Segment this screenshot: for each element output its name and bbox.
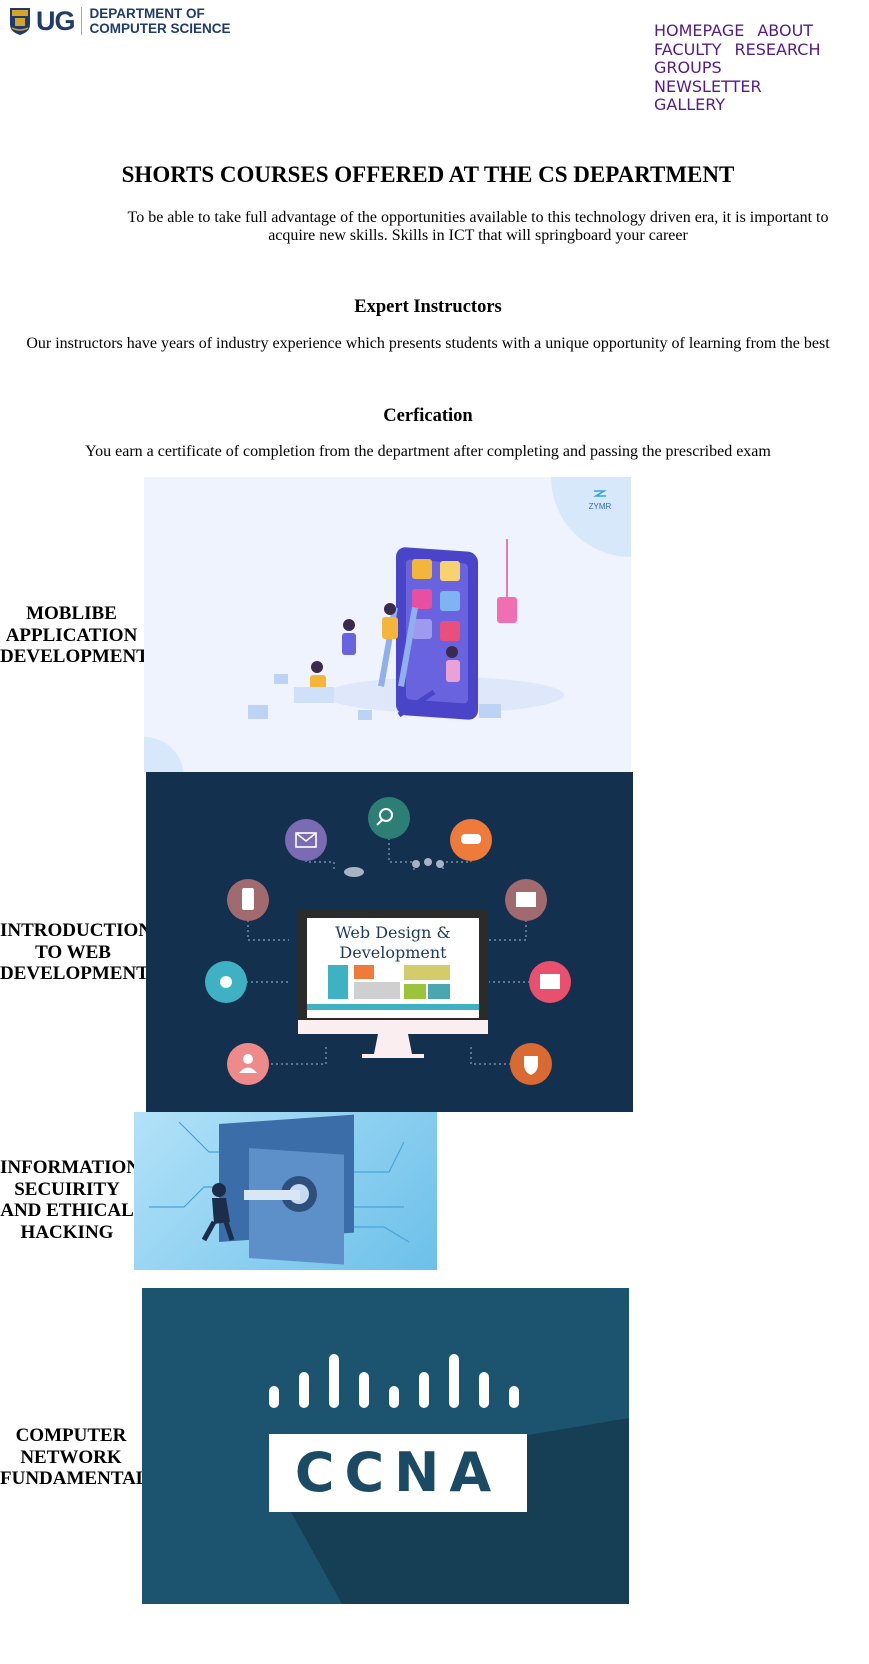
course-label-security: INFORMATION SECUIRITY AND ETHICAL HACKIN… [0,1157,141,1243]
web-image-text-1: Web Design & [335,923,450,942]
web-illustration-graphic: Web Design & Development [205,797,571,1085]
security-illustration [134,1112,437,1270]
nav-newsletter[interactable]: NEWSLETTER [654,77,762,97]
nav-research[interactable]: RESEARCH [735,40,821,60]
course-label-web: INTRODUCTION TO WEB DEVELOPMENT [0,920,153,984]
logo-mark: UG [36,5,75,36]
logo-divider [80,7,82,35]
web-dev-illustration: Web Design & Development [146,772,633,1112]
nav-groups[interactable]: GROUPS [654,58,722,78]
section-text-certification: You earn a certificate of completion fro… [85,443,771,460]
ccna-illustration-graphic: CCNA [269,1354,629,1604]
page-title: SHORTS COURSES OFFERED AT THE CS DEPARTM… [121,162,735,187]
course-label-network: COMPUTER NETWORK FUNDAMENTAL [0,1425,149,1489]
intro-text: To be able to take full advantage of the… [127,209,829,244]
ccna-text: CCNA [295,1441,501,1504]
nav-homepage[interactable]: HOMEPAGE [654,21,744,41]
course-label-mobile: MOBLIBE APPLICATION DEVELOPMENT [0,603,149,667]
nav-gallery[interactable]: GALLERY [654,95,725,115]
nav-faculty[interactable]: FACULTY [654,40,722,60]
web-image-text-2: Development [339,943,447,962]
security-illustration-graphic [149,1114,410,1265]
department-name: DEPARTMENT OF COMPUTER SCIENCE [89,6,231,36]
section-text-instructors: Our instructors have years of industry e… [26,335,830,352]
section-heading-certification: Cerfication [383,406,473,426]
nav-about[interactable]: ABOUT [757,21,813,41]
university-crest-icon [10,8,30,35]
main-nav: HOMEPAGE ABOUT FACULTY RESEARCH GROUPS NEW… [654,21,854,115]
mobile-illustration-graphic: ZYMR [144,477,631,772]
section-heading-instructors: Expert Instructors [354,297,502,317]
site-logo[interactable]: UG DEPARTMENT OF COMPUTER SCIENCE [8,4,231,38]
zymr-brand: ZYMR [589,502,612,511]
mobile-dev-illustration: ZYMR [144,477,631,772]
ccna-illustration: CCNA [142,1288,629,1604]
